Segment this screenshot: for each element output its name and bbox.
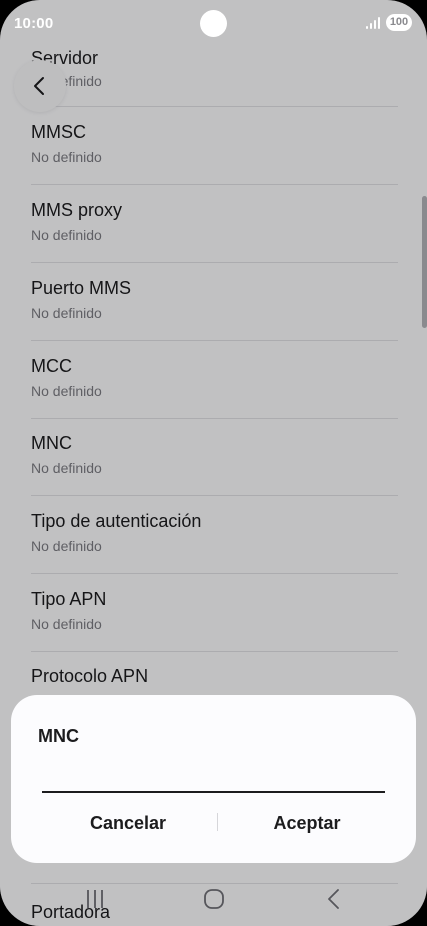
status-bar: 10:00 100 [0, 0, 427, 46]
signal-icon [366, 17, 382, 29]
dialog-title: MNC [38, 726, 79, 746]
camera-cutout [200, 10, 227, 37]
status-time: 10:00 [14, 15, 54, 32]
cancel-button[interactable]: Cancelar [38, 803, 218, 843]
phone-screen: Servidor No definido MMSC No definido MM… [0, 0, 427, 926]
battery-icon: 100 [386, 14, 412, 31]
accept-button[interactable]: Aceptar [217, 803, 397, 843]
mnc-dialog: MNC Cancelar Aceptar [11, 695, 416, 863]
mnc-input[interactable] [42, 753, 385, 793]
dialog-actions: Cancelar Aceptar [11, 803, 416, 843]
